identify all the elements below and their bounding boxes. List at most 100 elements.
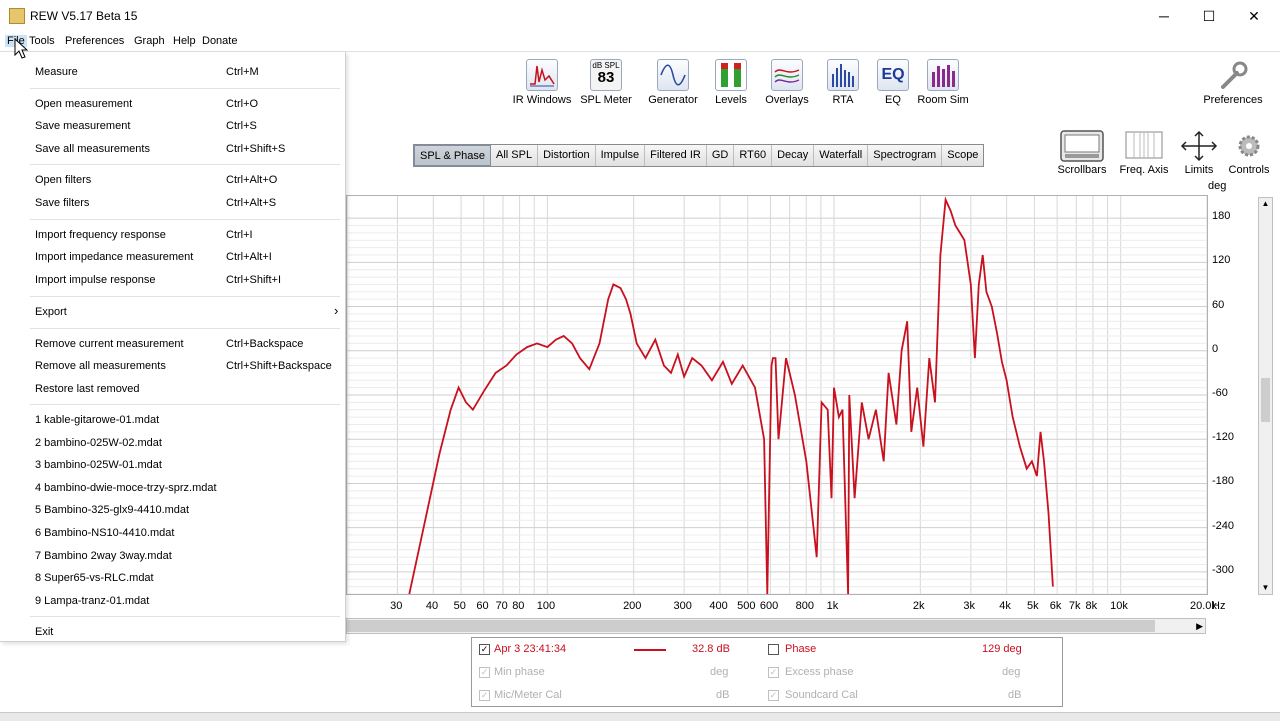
menu-item-recent-file-9[interactable]: 9 Lampa-tranz-01.mdat [0,595,346,613]
menu-item-measure[interactable]: Measure Ctrl+M [0,66,346,84]
menu-help[interactable]: Help [173,35,196,47]
x-tick-label: 2k [912,600,925,612]
spl-meter-button[interactable]: dB SPL 83 SPL Meter [576,59,636,106]
x-tick-label: 600 [759,600,779,612]
menu-item-label: 4 bambino-dwie-moce-trzy-sprz.mdat [35,482,217,494]
horizontal-scrollbar[interactable]: ▶ [346,618,1206,634]
tab-spl-phase[interactable]: SPL & Phase [414,145,492,166]
scroll-down-icon[interactable]: ▼ [1259,582,1272,594]
menu-item-recent-file-7[interactable]: 7 Bambino 2way 3way.mdat [0,550,346,568]
menu-item-recent-file-8[interactable]: 8 Super65-vs-RLC.mdat [0,572,346,590]
app-icon [9,8,25,24]
menu-item-label: 5 Bambino-325-glx9-4410.mdat [35,504,190,516]
menu-item-recent-file-5[interactable]: 5 Bambino-325-glx9-4410.mdat [0,504,346,522]
tab-gd[interactable]: GD [706,145,735,166]
menu-item-save-measurement[interactable]: Save measurement Ctrl+S [0,120,346,138]
tab-distortion[interactable]: Distortion [538,145,596,166]
y-tick-label: -60 [1212,387,1228,399]
y-tick-label: 0 [1212,342,1219,355]
ir-windows-button[interactable]: IR Windows [512,59,572,106]
levels-button[interactable]: Levels [701,59,761,106]
menu-graph[interactable]: Graph [134,35,165,47]
tab-decay[interactable]: Decay [772,145,815,166]
controls-control[interactable]: Controls [1226,130,1272,176]
close-button[interactable]: ✕ [1231,0,1277,32]
menu-item-open-measurement[interactable]: Open measurement Ctrl+O [0,98,346,116]
limits-control[interactable]: Limits [1176,130,1222,176]
menu-preferences[interactable]: Preferences [65,35,124,47]
phase-checkbox[interactable] [768,644,779,655]
menu-item-import-frequency-response[interactable]: Import frequency response Ctrl+I [0,229,346,247]
scrollbars-control[interactable]: Scrollbars [1056,130,1108,176]
freq-axis-icon [1116,130,1172,164]
scroll-up-icon[interactable]: ▲ [1259,198,1272,210]
menu-item-remove-all-measurements[interactable]: Remove all measurements Ctrl+Shift+Backsp… [0,360,346,378]
menu-item-shortcut: Ctrl+Alt+O [226,174,278,186]
tab-spectrogram[interactable]: Spectrogram [868,145,943,166]
menu-item-save-filters[interactable]: Save filters Ctrl+Alt+S [0,197,346,215]
title-bar: REW V5.17 Beta 15 ─ ☐ ✕ [0,0,1280,32]
scroll-right-icon[interactable]: ▶ [1196,619,1203,633]
trace-color-swatch[interactable] [634,649,666,651]
menu-item-shortcut: Ctrl+I [226,229,253,241]
menu-item-recent-file-3[interactable]: 3 bambino-025W-01.mdat [0,459,346,477]
excess-phase-checkbox[interactable]: ✓ [768,667,779,678]
spl-meter-icon: dB SPL 83 [590,59,622,91]
mic-cal-checkbox[interactable]: ✓ [479,690,490,701]
menu-item-save-all-measurements[interactable]: Save all measurements Ctrl+Shift+S [0,143,346,161]
menu-item-restore-last-removed[interactable]: Restore last removed [0,383,346,401]
preferences-label: Preferences [1203,94,1263,106]
room-sim-button[interactable]: Room Sim [913,59,973,106]
tab-filtered-ir[interactable]: Filtered IR [645,145,707,166]
menu-item-label: Restore last removed [35,383,140,395]
vertical-scroll-thumb[interactable] [1261,378,1270,422]
overlays-button[interactable]: Overlays [757,59,817,106]
tab-scope[interactable]: Scope [942,145,984,166]
freq-axis-control[interactable]: Freq. Axis [1116,130,1172,176]
spl-meter-label: SPL Meter [580,94,632,106]
menu-item-recent-file-2[interactable]: 2 bambino-025W-02.mdat [0,437,346,455]
menu-tools[interactable]: Tools [29,35,55,47]
menu-item-open-filters[interactable]: Open filters Ctrl+Alt+O [0,174,346,192]
menu-item-recent-file-6[interactable]: 6 Bambino-NS10-4410.mdat [0,527,346,545]
tab-impulse[interactable]: Impulse [595,145,646,166]
preferences-button[interactable]: Preferences [1203,59,1263,106]
soundcard-cal-checkbox[interactable]: ✓ [768,690,779,701]
menu-item-remove-current-measurement[interactable]: Remove current measurement Ctrl+Backspace [0,338,346,356]
limits-icon [1176,130,1222,164]
min-phase-checkbox[interactable]: ✓ [479,667,490,678]
maximize-button[interactable]: ☐ [1186,0,1232,32]
measurement-checkbox[interactable]: ✓ [479,644,490,655]
tab-waterfall[interactable]: Waterfall [814,145,869,166]
menu-item-export[interactable]: Export › [0,303,346,324]
tab-rt60[interactable]: RT60 [734,145,773,166]
vertical-scrollbar[interactable]: ▲ ▼ [1258,197,1273,595]
menu-item-import-impedance-measurement[interactable]: Import impedance measurement Ctrl+Alt+I [0,251,346,269]
overlays-icon [771,59,803,91]
y-tick-label: 180 [1212,210,1231,223]
horizontal-scroll-thumb[interactable] [347,620,1155,632]
menu-donate[interactable]: Donate [202,35,237,47]
x-axis-unit: Hz [1212,600,1226,612]
x-tick-label: 10k [1110,600,1128,612]
levels-label: Levels [715,94,747,106]
menu-separator [30,616,340,617]
graph-plot-area[interactable] [346,195,1208,595]
x-tick-label: 30 [390,600,403,612]
limits-label: Limits [1184,164,1214,176]
menu-item-label: Save measurement [35,120,131,132]
menu-item-label: Import impulse response [35,274,156,286]
x-tick-label: 4k [999,600,1011,612]
generator-button[interactable]: Generator [643,59,703,106]
menu-item-label: 1 kable-gitarowe-01.mdat [35,414,160,426]
measurement-legend: ✓ Apr 3 23:41:34 32.8 dB Phase 129 deg ✓… [471,637,1063,707]
menu-item-recent-file-4[interactable]: 4 bambino-dwie-moce-trzy-sprz.mdat [0,482,346,500]
x-tick-label: 1k [826,600,839,612]
menu-item-recent-file-1[interactable]: 1 kable-gitarowe-01.mdat [0,414,346,432]
menu-item-exit[interactable]: Exit [0,626,346,644]
x-tick-label: 3k [963,600,976,612]
minimize-button[interactable]: ─ [1141,0,1187,32]
tab-all-spl[interactable]: All SPL [491,145,539,166]
x-tick-label: 40 [425,600,439,612]
menu-item-import-impulse-response[interactable]: Import impulse response Ctrl+Shift+I [0,274,346,292]
